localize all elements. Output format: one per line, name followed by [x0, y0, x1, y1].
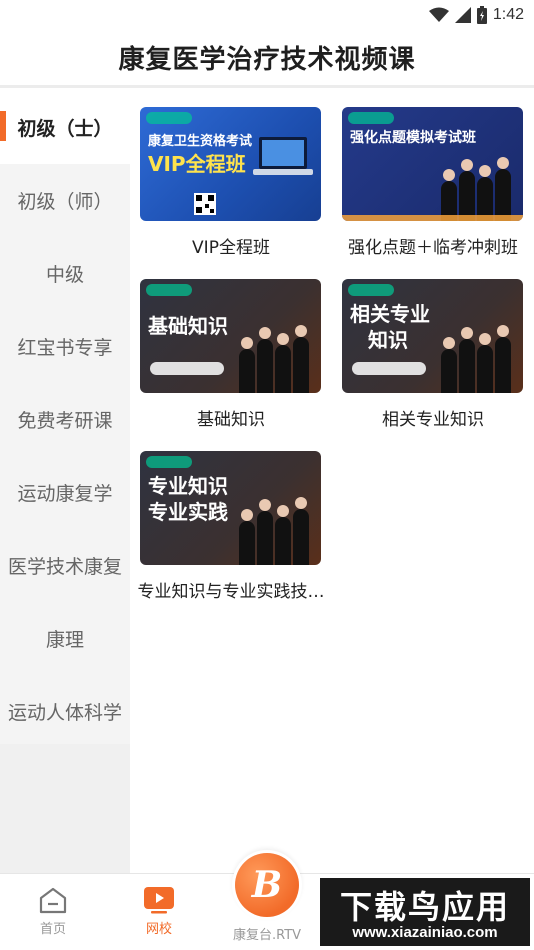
- thumbnail-line: 康复卫生资格考试: [148, 134, 253, 149]
- course-thumbnail: 强化点题模拟考试班: [342, 107, 523, 221]
- home-icon: [39, 887, 67, 914]
- teacher-figure: [257, 499, 273, 565]
- sidebar-item-medical-tech-rehab[interactable]: 医学技术康复: [0, 529, 130, 602]
- wifi-icon: [428, 7, 449, 22]
- nav-home[interactable]: 首页: [30, 874, 76, 950]
- teachers-photo: [439, 323, 517, 393]
- teacher-figure: [495, 157, 511, 221]
- watermark: 下载鸟应用 www.xiazainiao.com: [318, 876, 532, 948]
- brand-logo-icon: [348, 284, 394, 296]
- thumbnail-text: 基础知识: [148, 313, 228, 339]
- sidebar-item-label: 运动康复学: [17, 483, 113, 505]
- sidebar-empty-area: [0, 744, 130, 873]
- course-thumbnail: 相关专业 知识: [342, 279, 523, 393]
- sidebar-item-sports-rehab[interactable]: 运动康复学: [0, 456, 130, 529]
- sidebar-item-red-book[interactable]: 红宝书专享: [0, 310, 130, 383]
- battery-icon: [476, 6, 487, 24]
- sidebar-item-label: 免费考研课: [17, 410, 113, 432]
- brand-logo-icon: [146, 284, 192, 296]
- course-card-related-knowledge[interactable]: 相关专业 知识 相关专业知识: [332, 263, 534, 435]
- sidebar-item-label: 红宝书专享: [17, 337, 113, 359]
- thumbnail-line: 强化点题模拟考试班: [350, 130, 476, 146]
- course-caption: VIP全程班: [192, 238, 270, 258]
- rtv-logo-icon: B: [235, 853, 299, 917]
- thumbnail-line: 知识: [368, 328, 408, 352]
- sidebar-item-kangli[interactable]: 康理: [0, 602, 130, 675]
- status-bar: 1:42: [0, 0, 534, 30]
- thumbnail-text: 专业知识 专业实践: [148, 473, 228, 525]
- sidebar-item-label: 运动人体科学: [7, 702, 122, 724]
- sidebar-item-junior-shi[interactable]: 初级（士）: [0, 91, 130, 164]
- qr-code-icon: [194, 193, 216, 215]
- laptop-icon: [253, 137, 313, 175]
- sidebar-item-free-postgrad[interactable]: 免费考研课: [0, 383, 130, 456]
- status-time: 1:42: [492, 6, 524, 23]
- thumbnail-text: 康复卫生资格考试 VIP全程班: [148, 133, 252, 177]
- category-sidebar: 初级（士） 初级（师） 中级 红宝书专享 免费考研课 运动康复学 医学技术康复 …: [0, 91, 130, 873]
- teacher-figure: [293, 325, 309, 393]
- thumbnail-tag: [150, 362, 224, 375]
- teacher-figure: [459, 159, 475, 221]
- sidebar-item-label: 中级: [45, 264, 84, 286]
- thumbnail-line: 专业知识: [148, 474, 228, 498]
- course-caption: 强化点题＋临考冲刺班: [348, 238, 518, 258]
- center-rtv-button[interactable]: B: [232, 850, 302, 920]
- thumbnail-line: VIP全程班: [148, 152, 246, 176]
- nav-label: 康复台.RTV: [232, 928, 302, 943]
- course-card-professional-practice[interactable]: 专业知识 专业实践 专业知识与专业实践技…: [130, 435, 332, 607]
- teacher-figure: [275, 505, 291, 565]
- teachers-photo: [439, 151, 517, 221]
- teacher-figure: [477, 333, 493, 393]
- teacher-figure: [441, 337, 457, 393]
- thumbnail-text: 相关专业 知识: [350, 301, 430, 353]
- teacher-figure: [239, 337, 255, 393]
- course-card-vip[interactable]: 康复卫生资格考试 VIP全程班 VIP全程班: [130, 91, 332, 263]
- page-title: 康复医学治疗技术视频课: [118, 45, 416, 75]
- teacher-figure: [459, 327, 475, 393]
- watermark-url: www.xiazainiao.com: [352, 924, 498, 941]
- sidebar-item-junior-teacher[interactable]: 初级（师）: [0, 164, 130, 237]
- course-card-intensive[interactable]: 强化点题模拟考试班 强化点题＋临考冲刺班: [332, 91, 534, 263]
- course-caption: 相关专业知识: [382, 410, 484, 430]
- thumbnail-strip: [342, 215, 523, 221]
- sidebar-item-label: 医学技术康复: [7, 556, 122, 578]
- course-thumbnail: 专业知识 专业实践: [140, 451, 321, 565]
- sidebar-item-label: 初级（士）: [17, 118, 113, 140]
- course-thumbnail: 康复卫生资格考试 VIP全程班: [140, 107, 321, 221]
- video-play-icon: [144, 887, 174, 914]
- teachers-photo: [237, 495, 315, 565]
- teacher-figure: [495, 325, 511, 393]
- brand-logo-icon: [348, 112, 394, 124]
- thumbnail-line: 专业实践: [148, 500, 228, 524]
- teacher-figure: [257, 327, 273, 393]
- sidebar-item-label: 初级（师）: [17, 191, 113, 213]
- nav-label: 网校: [145, 922, 172, 937]
- sidebar-item-human-sports-science[interactable]: 运动人体科学: [0, 675, 130, 748]
- teachers-photo: [237, 323, 315, 393]
- sidebar-item-label: 康理: [45, 629, 84, 651]
- brand-logo-icon: [146, 112, 192, 124]
- active-indicator: [0, 111, 6, 141]
- watermark-title: 下载鸟应用: [339, 888, 510, 926]
- course-caption: 基础知识: [197, 410, 265, 430]
- thumbnail-text: 强化点题模拟考试班: [350, 129, 476, 147]
- thumbnail-line: 基础知识: [148, 314, 228, 338]
- thumbnail-tag: [352, 362, 426, 375]
- nav-label: 首页: [39, 922, 66, 937]
- teacher-figure: [293, 497, 309, 565]
- course-caption: 专业知识与专业实践技…: [137, 582, 325, 602]
- course-grid: 康复卫生资格考试 VIP全程班 VIP全程班 强化点题模拟考试班 强化点题＋临考…: [130, 91, 534, 873]
- brand-logo-icon: [146, 456, 192, 468]
- thumbnail-line: 相关专业: [350, 302, 430, 326]
- teacher-figure: [275, 333, 291, 393]
- header: 康复医学治疗技术视频课: [0, 30, 534, 88]
- signal-icon: [454, 7, 471, 23]
- course-thumbnail: 基础知识: [140, 279, 321, 393]
- sidebar-item-intermediate[interactable]: 中级: [0, 237, 130, 310]
- nav-courses[interactable]: 网校: [136, 874, 182, 950]
- teacher-figure: [239, 509, 255, 565]
- status-icons: 1:42: [428, 4, 524, 26]
- course-card-basic-knowledge[interactable]: 基础知识 基础知识: [130, 263, 332, 435]
